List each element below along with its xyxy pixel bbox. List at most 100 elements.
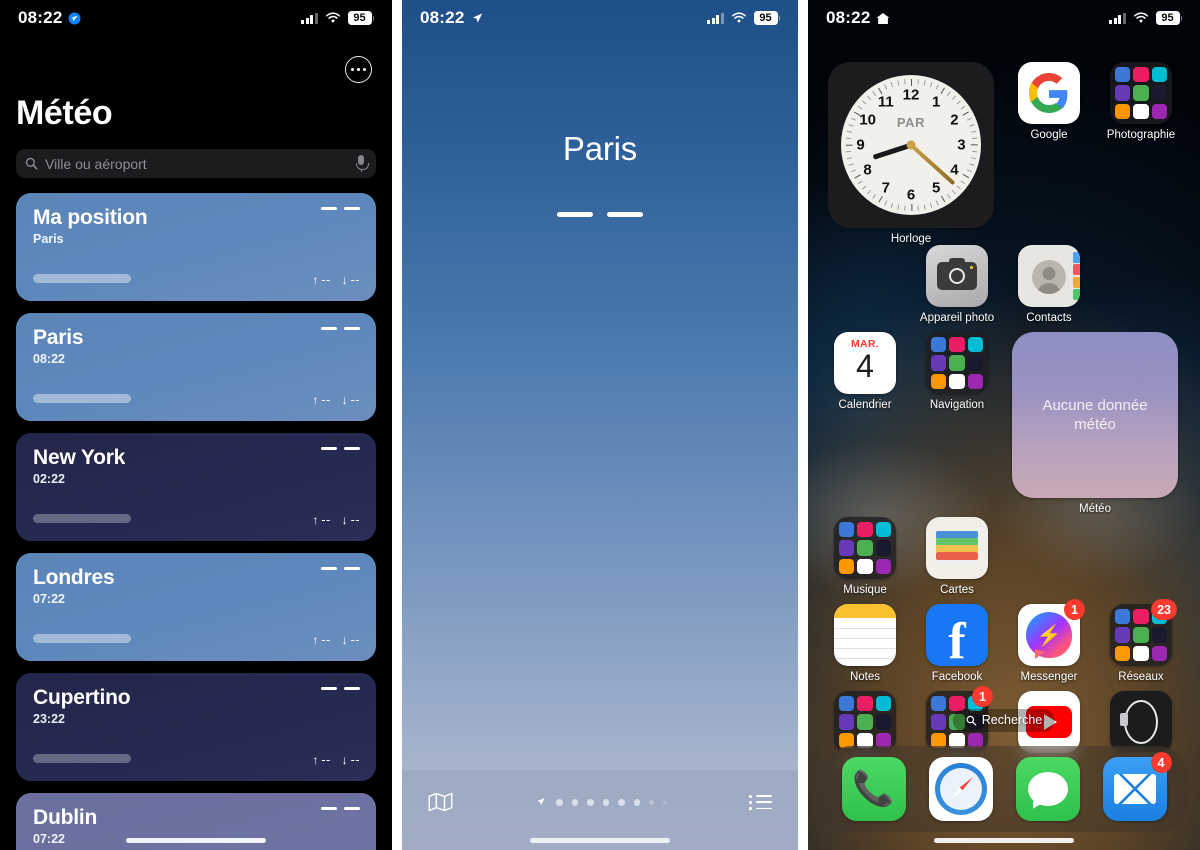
app-icon-contacts[interactable]: Contacts xyxy=(1012,245,1086,324)
page-dot[interactable] xyxy=(663,800,667,805)
home-indicator[interactable] xyxy=(530,838,670,843)
status-time: 08:22 xyxy=(420,8,465,27)
page-dot[interactable] xyxy=(571,799,579,806)
folder-tile[interactable] xyxy=(1110,62,1172,124)
city-card-sub: 02:22 xyxy=(33,472,65,486)
app-label: Google xyxy=(1030,129,1068,141)
folder-mini-icon xyxy=(931,355,947,371)
app-icon-m-t-o[interactable]: Aucune donnée météo Météo xyxy=(1012,332,1178,515)
home-indicator[interactable] xyxy=(934,838,1074,843)
app-label: Notes xyxy=(849,671,881,683)
home-indicator[interactable] xyxy=(126,838,266,843)
status-bar: 08:22 95 xyxy=(0,0,392,36)
folder-mini-icon xyxy=(839,540,855,556)
detail-city-name: Paris xyxy=(562,130,638,167)
city-card-sub: 23:22 xyxy=(33,712,65,726)
panel-divider-1 xyxy=(392,0,402,850)
app-icon-appareil-photo[interactable]: Appareil photo xyxy=(920,245,994,324)
home-screen: 08:22 95 PAR 12 1 2 3 4 5 6 7 8 9 10 11 Horloge Google… xyxy=(808,0,1200,850)
page-dot[interactable] xyxy=(587,799,594,806)
city-card-high-low: ↑ -- ↓ -- xyxy=(312,633,360,647)
folder-tile[interactable] xyxy=(926,332,988,394)
page-dot[interactable] xyxy=(649,800,655,805)
app-icon-messenger[interactable]: ⚡ 1 Messenger xyxy=(1012,599,1086,683)
status-time: 08:22 xyxy=(826,8,871,27)
clock-number: 6 xyxy=(906,186,916,204)
page-dot[interactable] xyxy=(556,799,563,806)
app-icon-cartes[interactable]: Cartes xyxy=(920,517,994,596)
app-label: Calendrier xyxy=(838,399,892,411)
app-icon-notes[interactable]: Notes xyxy=(828,604,902,683)
wifi-icon xyxy=(325,12,340,23)
dock-item-messages[interactable] xyxy=(1015,757,1080,821)
badge-count: 1 xyxy=(972,686,993,707)
badge-count: 23 xyxy=(1151,599,1177,620)
list-icon[interactable] xyxy=(749,792,772,810)
folder-mini-icon xyxy=(1115,103,1131,119)
city-card[interactable]: Cupertino 23:22 ↑ -- ↓ -- xyxy=(16,673,376,781)
microphone-icon[interactable] xyxy=(356,155,369,172)
status-time: 08:22 xyxy=(18,8,63,27)
search-pill-label: Recherche xyxy=(981,713,1043,727)
city-card[interactable]: New York 02:22 ↑ -- ↓ -- xyxy=(16,433,376,541)
page-indicator[interactable] xyxy=(535,792,667,809)
folder-tile[interactable] xyxy=(834,691,896,753)
city-card-temperature xyxy=(321,807,360,811)
city-card-list: Ma position Paris ↑ -- ↓ -- Paris 08:22 ↑ -- ↓ -- Ne… xyxy=(16,193,376,850)
folder-tile[interactable] xyxy=(834,517,896,579)
city-card-name: Londres xyxy=(33,566,115,589)
folder-mini-icon xyxy=(967,355,983,371)
city-card-condition-bar xyxy=(33,634,131,643)
city-card[interactable]: Ma position Paris ↑ -- ↓ -- xyxy=(16,193,376,301)
status-bar: 08:22 95 xyxy=(402,0,798,36)
app-label: Horloge xyxy=(890,233,932,245)
app-label: Cartes xyxy=(940,584,974,596)
city-card-condition-bar xyxy=(33,514,131,523)
dock-item-mail[interactable]: 4 xyxy=(1102,752,1172,821)
app-icon-photographie[interactable]: Photographie xyxy=(1104,62,1178,245)
folder-mini-icon xyxy=(875,522,891,538)
app-label: Facebook xyxy=(931,671,983,683)
weather-widget-tile[interactable]: Aucune donnée météo xyxy=(1012,332,1178,498)
dock-item-safari[interactable] xyxy=(928,757,993,821)
city-card-sub: 07:22 xyxy=(33,592,65,606)
search-pill[interactable]: Recherche xyxy=(952,709,1056,732)
clock-number: 12 xyxy=(902,86,920,104)
search-icon xyxy=(25,157,38,170)
search-icon xyxy=(966,715,977,726)
dock-item-t-l-phone[interactable]: 📞 xyxy=(841,757,906,821)
app-icon-facebook[interactable]: f Facebook xyxy=(920,604,994,683)
panel-divider-2 xyxy=(798,0,808,850)
map-icon[interactable] xyxy=(428,792,453,812)
city-card-high-low: ↑ -- ↓ -- xyxy=(312,393,360,407)
city-card-high-low: ↑ -- ↓ -- xyxy=(312,753,360,767)
folder-mini-icon xyxy=(857,522,873,538)
search-input[interactable]: Ville ou aéroport xyxy=(16,149,376,178)
folder-mini-icon xyxy=(967,337,983,353)
city-card-sub: 08:22 xyxy=(33,352,65,366)
app-row: Musique Cartes xyxy=(828,517,1180,596)
folder-mini-icon xyxy=(839,714,855,730)
app-row: MAR. 4 Calendrier Navigation Aucune donnée m… xyxy=(828,332,1180,515)
folder-mini-icon xyxy=(1151,645,1167,661)
folder-mini-icon xyxy=(949,355,965,371)
app-icon-calendrier[interactable]: MAR. 4 Calendrier xyxy=(828,332,902,515)
more-options-button[interactable] xyxy=(345,56,372,83)
app-icon-horloge[interactable]: PAR 12 1 2 3 4 5 6 7 8 9 10 11 Horloge xyxy=(828,62,994,245)
app-icon-google[interactable]: Google xyxy=(1012,62,1086,245)
page-dot[interactable] xyxy=(618,799,625,806)
app-icon-r-seaux[interactable]: 23 Réseaux xyxy=(1104,599,1178,683)
app-icon-musique[interactable]: Musique xyxy=(828,517,902,596)
weather-list-screen: 08:22 95 Météo Ville ou aéroport Ma posi… xyxy=(0,0,392,850)
page-dot[interactable] xyxy=(633,799,641,806)
folder-mini-icon xyxy=(875,540,891,556)
app-label: Réseaux xyxy=(1118,671,1164,683)
clock-number: 11 xyxy=(877,93,894,111)
city-card[interactable]: Paris 08:22 ↑ -- ↓ -- xyxy=(16,313,376,421)
city-card-high-low: ↑ -- ↓ -- xyxy=(312,513,360,527)
folder-mini-icon xyxy=(1115,609,1131,625)
city-card[interactable]: Londres 07:22 ↑ -- ↓ -- xyxy=(16,553,376,661)
location-arrow-icon xyxy=(473,13,483,23)
page-dot[interactable] xyxy=(602,799,610,806)
app-icon-navigation[interactable]: Navigation xyxy=(920,332,994,515)
